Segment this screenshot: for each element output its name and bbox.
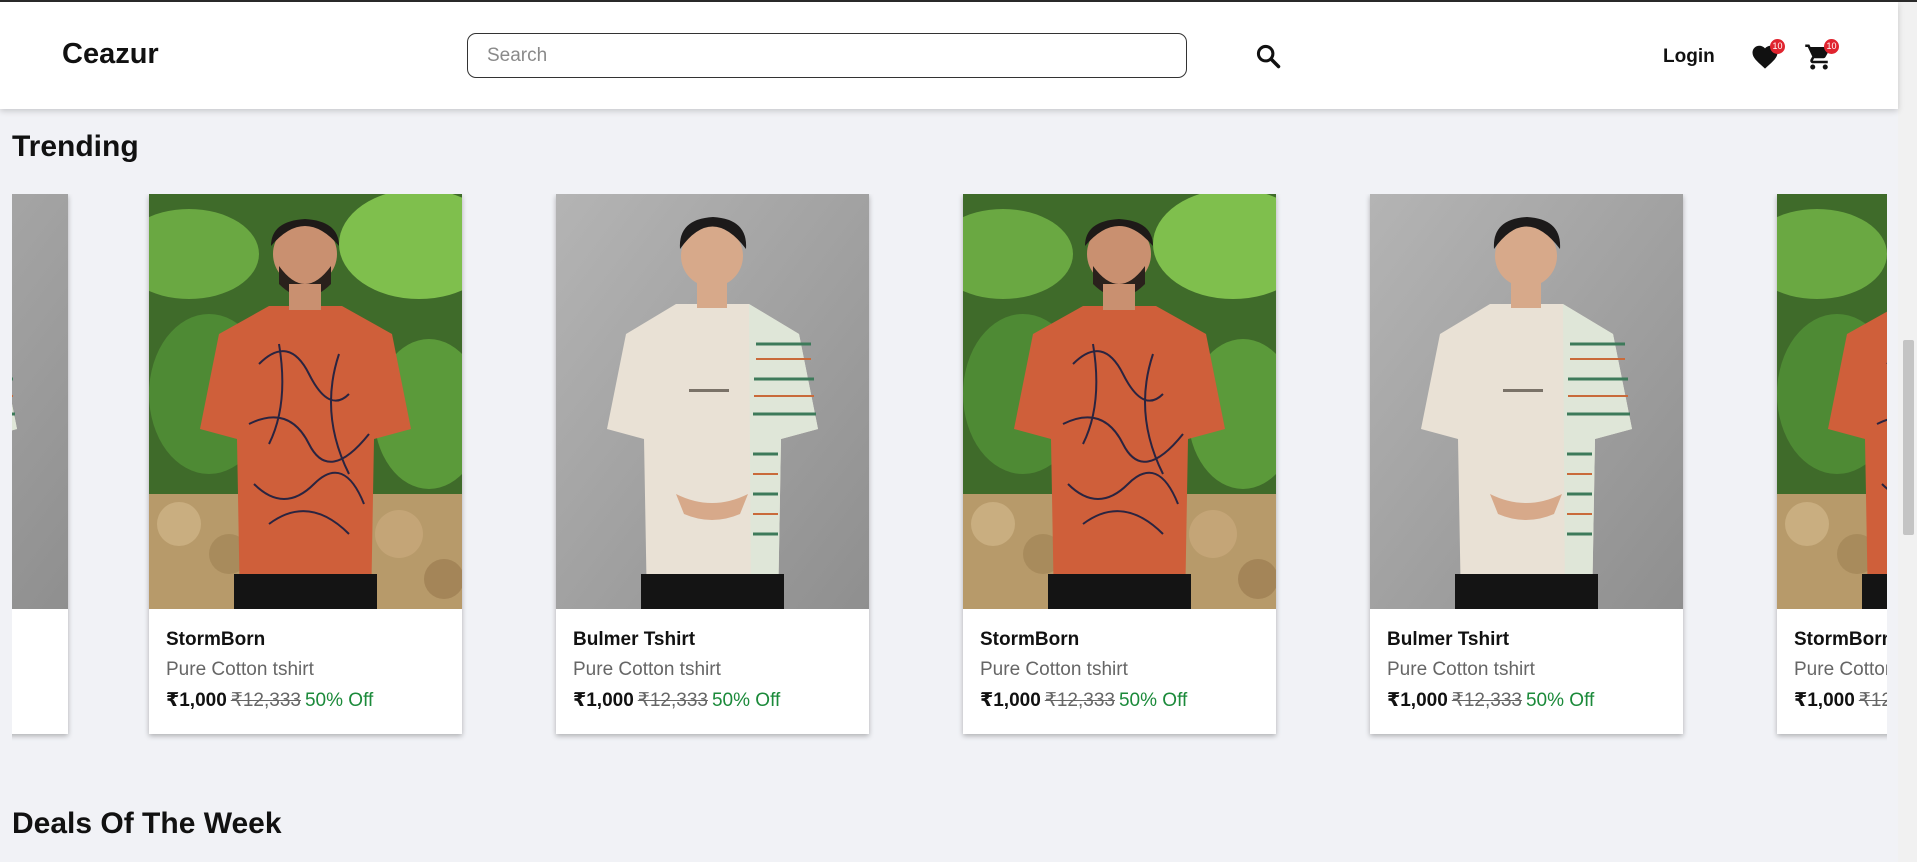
- product-mrp: ₹12,333: [637, 690, 708, 711]
- product-discount: 50% Off: [1525, 690, 1595, 711]
- product-mrp: ₹12,333: [1858, 690, 1887, 711]
- product-subtitle: Pure Cotton tshirt: [166, 659, 314, 680]
- product-card[interactable]: StormBorn Pure Cotton tshirt ₹1,000₹12,333…: [149, 194, 462, 734]
- product-price-row: ₹1,000₹12,33350% Off: [573, 689, 852, 712]
- product-discount: 50% Off: [1118, 690, 1188, 711]
- wishlist-count-badge: 10: [1770, 39, 1785, 54]
- product-mrp: ₹12,333: [230, 690, 301, 711]
- product-image[interactable]: [149, 194, 462, 609]
- product-name[interactable]: Bulmer Tshirt: [12, 629, 51, 655]
- product-card[interactable]: Bulmer Tshirt Pure Cotton tshirt ₹1,000₹12…: [556, 194, 869, 734]
- product-card[interactable]: Bulmer Tshirt Pure Cotton tshirt ₹1,000₹12…: [12, 194, 68, 734]
- product-card[interactable]: StormBorn Pure Cotton tshirt ₹1,000₹12,333…: [1777, 194, 1887, 734]
- product-image[interactable]: [963, 194, 1276, 609]
- product-price-row: ₹1,000₹12,33350% Off: [12, 689, 51, 712]
- product-name[interactable]: StormBorn: [1794, 629, 1887, 655]
- cart-button[interactable]: 10: [1804, 39, 1839, 76]
- scrollbar-thumb[interactable]: [1903, 340, 1914, 535]
- product-name[interactable]: Bulmer Tshirt: [573, 629, 852, 655]
- section-title-deals: Deals Of The Week: [12, 807, 282, 840]
- product-subtitle: Pure Cotton tshirt: [980, 659, 1128, 680]
- section-title-trending: Trending: [12, 130, 139, 163]
- wishlist-button[interactable]: 10: [1750, 39, 1785, 76]
- product-subtitle: Pure Cotton tshirt: [1387, 659, 1535, 680]
- product-name[interactable]: StormBorn: [980, 629, 1259, 655]
- product-mrp: ₹12,333: [1044, 690, 1115, 711]
- product-price: ₹1,000: [1387, 690, 1448, 711]
- product-price-row: ₹1,000₹12,33350% Off: [1387, 689, 1666, 712]
- product-card[interactable]: Bulmer Tshirt Pure Cotton tshirt ₹1,000₹12…: [1370, 194, 1683, 734]
- product-image[interactable]: [1777, 194, 1887, 609]
- product-discount: 50% Off: [304, 690, 374, 711]
- search-input[interactable]: [467, 33, 1187, 78]
- trending-carousel[interactable]: Bulmer TshirtPure Cotton tshirt₹1,000₹12…: [12, 194, 1887, 744]
- product-price: ₹1,000: [980, 690, 1041, 711]
- product-price-row: ₹1,000₹12,33350% Off: [980, 689, 1259, 712]
- login-link[interactable]: Login: [1663, 46, 1715, 68]
- cart-count-badge: 10: [1824, 39, 1839, 54]
- product-price-row: ₹1,000₹12,33350% Off: [1794, 689, 1887, 712]
- product-subtitle: Pure Cotton tshirt: [12, 659, 51, 685]
- product-image[interactable]: [1370, 194, 1683, 609]
- product-price-row: ₹1,000₹12,33350% Off: [166, 689, 445, 712]
- product-card[interactable]: StormBorn Pure Cotton tshirt ₹1,000₹12,333…: [963, 194, 1276, 734]
- product-mrp: ₹12,333: [1451, 690, 1522, 711]
- product-subtitle: Pure Cotton tshirt: [1794, 659, 1887, 680]
- product-price: ₹1,000: [573, 690, 634, 711]
- product-price: ₹1,000: [166, 690, 227, 711]
- product-image[interactable]: [12, 194, 68, 609]
- product-name[interactable]: Bulmer Tshirt: [1387, 629, 1666, 655]
- product-image[interactable]: [556, 194, 869, 609]
- product-price: ₹1,000: [1794, 690, 1855, 711]
- product-name[interactable]: StormBorn: [166, 629, 445, 655]
- site-header: Ceazur Login 10 10: [0, 2, 1898, 109]
- search-icon[interactable]: [1254, 42, 1282, 70]
- product-discount: 50% Off: [711, 690, 781, 711]
- brand-logo[interactable]: Ceazur: [62, 38, 159, 71]
- product-subtitle: Pure Cotton tshirt: [573, 659, 721, 680]
